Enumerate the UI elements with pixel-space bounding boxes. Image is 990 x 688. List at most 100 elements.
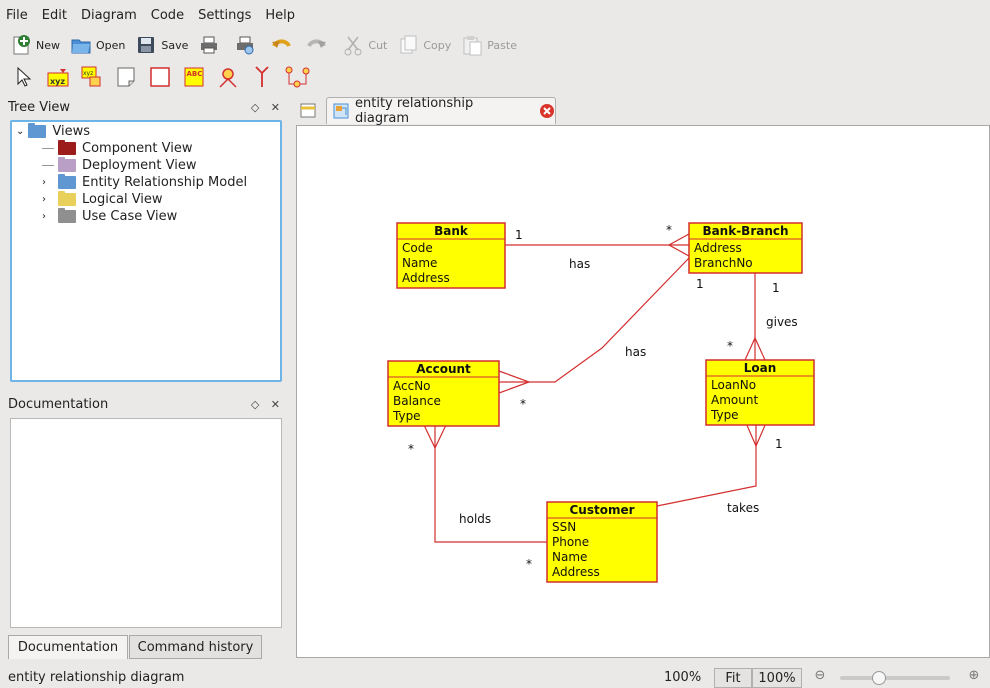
tree-view-panel[interactable]: ⌄ Views Component View Deployment View ›…: [10, 120, 282, 382]
tree-view-title: Tree View: [8, 99, 71, 115]
paste-clipboard-icon: [461, 34, 483, 56]
dock-controls[interactable]: ◇ ✕: [251, 398, 284, 411]
redo-button[interactable]: [306, 34, 332, 56]
print-preview-button[interactable]: [234, 34, 260, 56]
account-holds-mult-label: *: [408, 442, 414, 456]
entity-attribute: LoanNo: [711, 378, 756, 392]
zoom-slider-handle[interactable]: [872, 671, 886, 685]
new-tab-button[interactable]: [298, 100, 320, 122]
customer-holds-mult-label: *: [526, 557, 532, 571]
tree-root-label: Views: [52, 124, 91, 139]
zoom-level: 100%: [664, 670, 702, 685]
tab-documentation[interactable]: Documentation: [8, 635, 128, 659]
text-tool-icon[interactable]: ABC: [182, 65, 206, 89]
copy-button[interactable]: Copy: [397, 34, 451, 56]
tree-item-logical-view[interactable]: › Logical View: [42, 191, 163, 207]
branch-account-rel-label: has: [625, 345, 646, 359]
tab-entity-relationship-diagram[interactable]: entity relationship diagram: [326, 96, 556, 126]
chevron-down-icon[interactable]: ⌄: [16, 126, 24, 137]
tree-item-label: Deployment View: [82, 158, 197, 173]
open-button-label: Open: [96, 38, 126, 52]
menu-settings[interactable]: Settings: [198, 8, 251, 23]
tree-view-titlebar: Tree View ◇ ✕: [8, 96, 284, 118]
menu-code[interactable]: Code: [151, 8, 184, 23]
chevron-right-icon[interactable]: ›: [42, 194, 54, 205]
undo-icon: [270, 34, 292, 56]
entity-attribute: Address: [694, 241, 742, 255]
print-icon: [198, 34, 220, 56]
tree-item-deployment-view[interactable]: Deployment View: [42, 157, 197, 173]
menu-edit[interactable]: Edit: [42, 8, 67, 23]
tree-root-views[interactable]: ⌄ Views: [16, 123, 91, 139]
entity-tool-icon[interactable]: xyz: [46, 65, 70, 89]
documentation-title: Documentation: [8, 396, 109, 412]
entity-name: Account: [416, 362, 471, 376]
relationship-tool-icon[interactable]: [250, 65, 274, 89]
box-tool-icon[interactable]: [148, 65, 172, 89]
fit-button[interactable]: Fit: [714, 668, 752, 688]
tree-item-label: Use Case View: [82, 209, 178, 224]
branch-loan-rel-label: gives: [766, 315, 798, 329]
zoom-slider[interactable]: [840, 671, 950, 685]
select-arrow-icon[interactable]: [12, 65, 36, 89]
documentation-textarea[interactable]: [10, 418, 282, 628]
close-tab-icon[interactable]: [539, 103, 555, 119]
chevron-right-icon[interactable]: ›: [42, 211, 54, 222]
paste-button-label: Paste: [487, 38, 517, 52]
zoom-in-icon[interactable]: ⊕: [964, 668, 984, 688]
chevron-right-icon[interactable]: ›: [42, 177, 54, 188]
tree-item-component-view[interactable]: Component View: [42, 140, 193, 156]
tab-label: entity relationship diagram: [355, 96, 474, 126]
save-button[interactable]: Save: [135, 34, 188, 56]
new-tab-icon: [300, 103, 316, 118]
entity-attribute: Type: [392, 409, 421, 423]
association-tool-icon[interactable]: [284, 65, 310, 89]
note-tool-icon[interactable]: [114, 65, 138, 89]
entity-account[interactable]: Account AccNoBalanceType: [387, 360, 500, 427]
tree-item-entity-relationship-model[interactable]: › Entity Relationship Model: [42, 174, 247, 190]
print-button[interactable]: [198, 34, 224, 56]
bank-mult-label: 1: [515, 228, 523, 242]
tree-item-use-case-view[interactable]: › Use Case View: [42, 208, 178, 224]
anchor-tool-icon[interactable]: [216, 65, 240, 89]
entity-name: Bank-Branch: [702, 224, 788, 238]
account-mult-label: *: [520, 397, 526, 411]
open-button[interactable]: Open: [70, 34, 125, 56]
entity-customer[interactable]: Customer SSNPhoneNameAddress: [546, 501, 658, 583]
entity-loan[interactable]: Loan LoanNoAmountType: [705, 359, 815, 426]
menubar: File Edit Diagram Code Settings Help: [0, 0, 990, 30]
cut-button-label: Cut: [368, 38, 388, 52]
dock-controls[interactable]: ◇ ✕: [251, 101, 284, 114]
svg-text:xyz: xyz: [50, 77, 65, 86]
new-document-icon: [10, 34, 32, 56]
views-folder-icon: [28, 123, 47, 138]
entity-branch[interactable]: Bank-Branch AddressBranchNo: [688, 222, 803, 274]
branch-mult-label: *: [666, 223, 672, 237]
entity-attribute: AccNo: [393, 379, 431, 393]
bank-branch-rel-label: has: [569, 257, 590, 271]
entity-attribute: Address: [552, 565, 600, 579]
main-toolbar: New Open Save Cut Copy Paste: [0, 30, 990, 60]
menu-diagram[interactable]: Diagram: [81, 8, 137, 23]
diagram-canvas[interactable]: Bank Code Name Address Bank-Branch Address Bra…: [296, 125, 990, 658]
menu-file[interactable]: File: [6, 8, 28, 23]
diagram-icon: [333, 103, 349, 119]
tree-item-label: Component View: [82, 141, 193, 156]
cut-button[interactable]: Cut: [342, 34, 387, 56]
tab-command-history[interactable]: Command history: [129, 635, 262, 659]
branch-account-mult-label: 1: [696, 277, 704, 291]
entity-bank[interactable]: BankCodeNameAddress: [396, 222, 506, 289]
menu-help[interactable]: Help: [265, 8, 295, 23]
print-preview-icon: [234, 34, 256, 56]
new-button[interactable]: New: [10, 34, 60, 56]
zoom-out-icon[interactable]: ⊖: [810, 668, 830, 688]
entity-name: Loan: [744, 361, 777, 375]
undo-button[interactable]: [270, 34, 296, 56]
svg-text:xyz: xyz: [83, 70, 93, 77]
entity-attribute: Balance: [393, 394, 441, 408]
category-tool-icon[interactable]: xyz: [80, 65, 104, 89]
entity-attribute: Amount: [711, 393, 758, 407]
paste-button[interactable]: Paste: [461, 34, 517, 56]
save-disk-icon: [135, 34, 157, 56]
zoom-100-button[interactable]: 100%: [752, 668, 802, 688]
